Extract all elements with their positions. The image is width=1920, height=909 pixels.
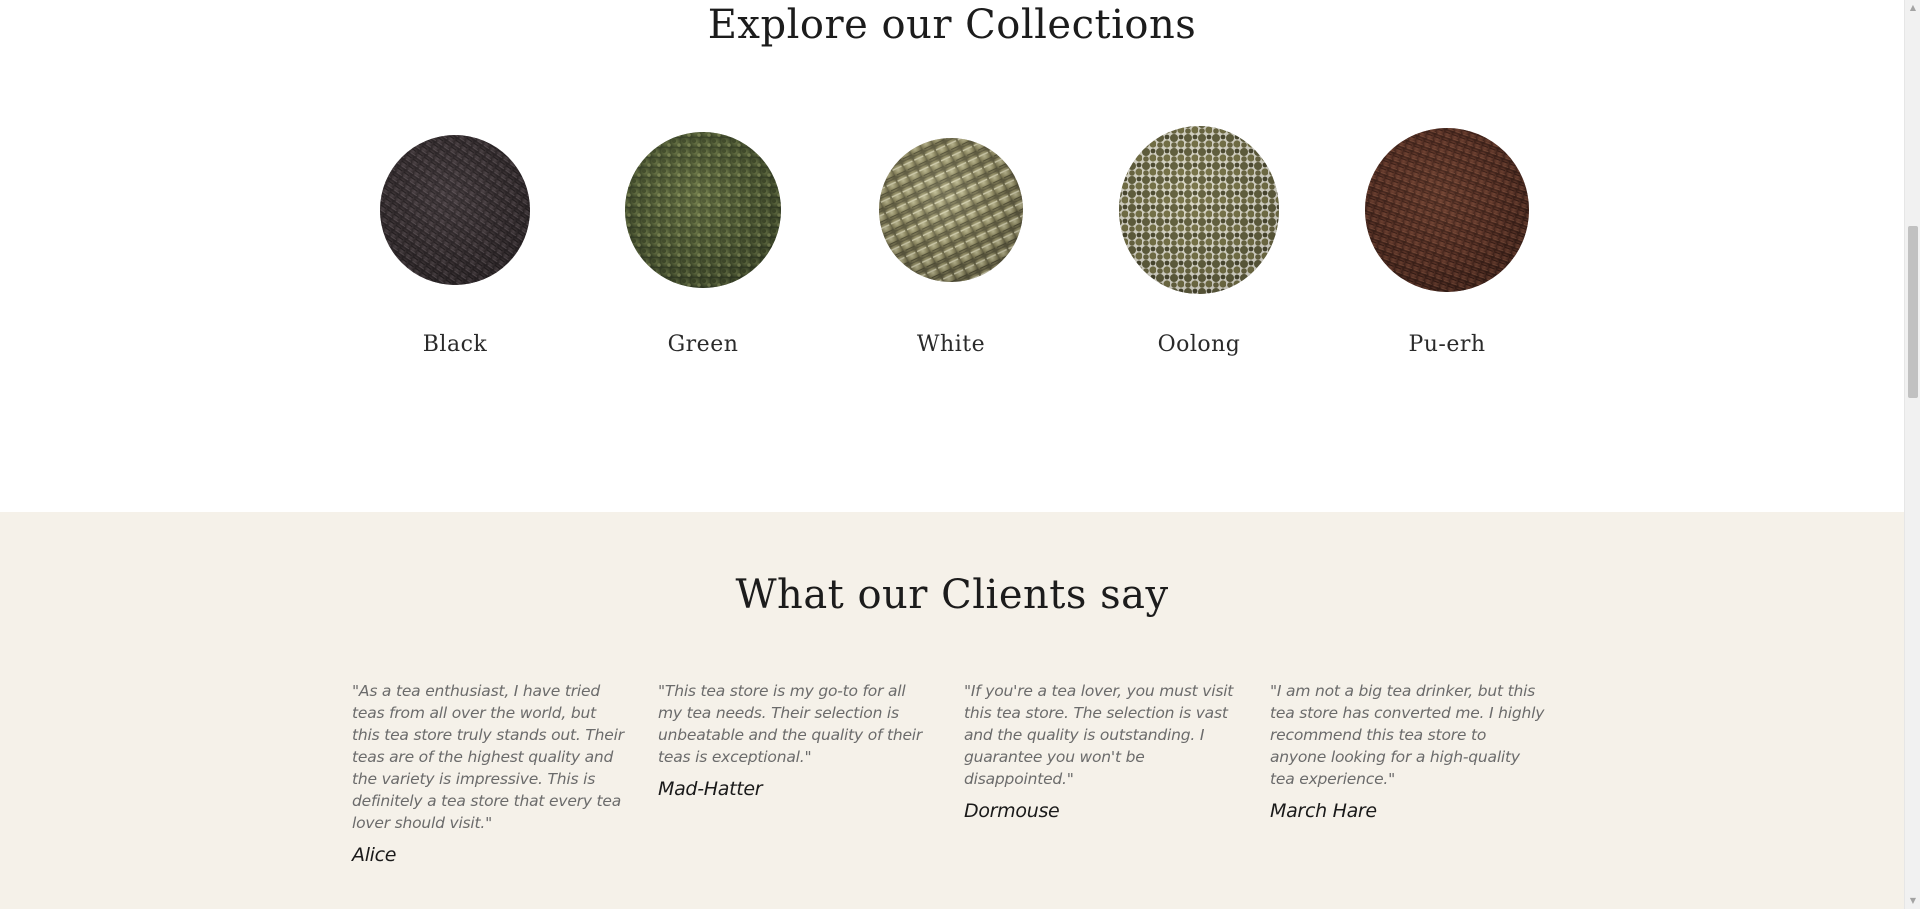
scrollbar-thumb[interactable] xyxy=(1908,226,1918,398)
collections-title: Explore our Collections xyxy=(707,2,1197,48)
testimonial-author: March Hare xyxy=(1270,800,1377,822)
testimonials-title: What our Clients say xyxy=(735,572,1169,618)
oolong-tea-image[interactable] xyxy=(1079,110,1319,310)
scroll-down-arrow-icon[interactable]: ▼ xyxy=(1905,893,1920,909)
testimonial-quote: "This tea store is my go-to for all my t… xyxy=(658,682,923,766)
testimonial-quote: "If you're a tea lover, you must visit t… xyxy=(964,682,1234,788)
testimonial-card: "If you're a tea lover, you must visit t… xyxy=(964,680,1240,822)
vertical-scrollbar[interactable]: ▲ ▼ xyxy=(1904,0,1920,909)
collection-label-white[interactable]: White xyxy=(831,332,1071,357)
pu-erh-tea-image[interactable] xyxy=(1327,110,1567,310)
collection-label-green[interactable]: Green xyxy=(583,332,823,357)
collection-green[interactable]: Green xyxy=(583,110,823,357)
green-tea-image[interactable] xyxy=(583,110,823,310)
collection-oolong[interactable]: Oolong xyxy=(1079,110,1319,357)
collection-black[interactable]: Black xyxy=(335,110,575,357)
page: Explore our Collections Black Green Whit… xyxy=(0,0,1904,909)
collection-label-pu-erh[interactable]: Pu-erh xyxy=(1327,332,1567,357)
testimonials-section: What our Clients say "As a tea enthusias… xyxy=(0,512,1904,909)
collection-pu-erh[interactable]: Pu-erh xyxy=(1327,110,1567,357)
collection-label-oolong[interactable]: Oolong xyxy=(1079,332,1319,357)
testimonial-card: "As a tea enthusiast, I have tried teas … xyxy=(352,680,628,866)
collections-section: Explore our Collections Black Green Whit… xyxy=(0,0,1904,512)
white-tea-image[interactable] xyxy=(831,110,1071,310)
black-tea-image[interactable] xyxy=(335,110,575,310)
testimonial-author: Mad-Hatter xyxy=(658,778,763,800)
testimonial-card: "I am not a big tea drinker, but this te… xyxy=(1270,680,1546,822)
collection-label-black[interactable]: Black xyxy=(335,332,575,357)
collection-white[interactable]: White xyxy=(831,110,1071,357)
scroll-up-arrow-icon[interactable]: ▲ xyxy=(1905,0,1920,16)
testimonial-author: Dormouse xyxy=(964,800,1060,822)
testimonial-quote: "As a tea enthusiast, I have tried teas … xyxy=(352,682,624,832)
testimonial-card: "This tea store is my go-to for all my t… xyxy=(658,680,934,800)
testimonial-quote: "I am not a big tea drinker, but this te… xyxy=(1270,682,1545,788)
testimonial-author: Alice xyxy=(352,844,397,866)
